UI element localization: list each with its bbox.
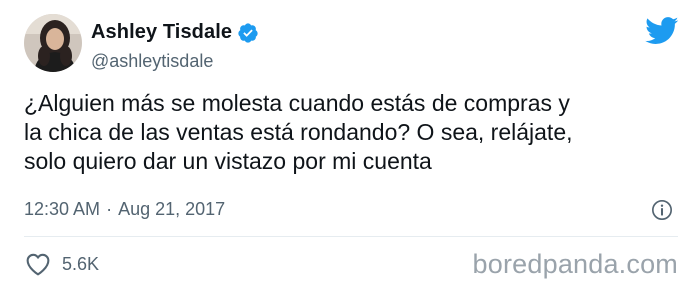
author-name[interactable]: Ashley Tisdale bbox=[91, 21, 232, 44]
heart-icon[interactable] bbox=[24, 252, 52, 276]
divider bbox=[24, 236, 678, 237]
tweet-date: Aug 21, 2017 bbox=[118, 199, 226, 219]
tweet-time: 12:30 AM bbox=[24, 199, 101, 219]
watermark: boredpanda.com bbox=[472, 249, 678, 279]
info-icon[interactable] bbox=[651, 199, 673, 221]
tweet-timestamp[interactable]: 12:30 AM · Aug 21, 2017 bbox=[24, 199, 225, 220]
like-count: 5.6K bbox=[62, 253, 100, 274]
author-handle[interactable]: @ashleytisdale bbox=[91, 51, 213, 72]
verified-badge-icon bbox=[238, 22, 258, 43]
twitter-bird-icon[interactable] bbox=[645, 17, 679, 45]
avatar[interactable] bbox=[24, 14, 82, 72]
tweet-text: ¿Alguien más se molesta cuando estás de … bbox=[24, 90, 573, 174]
like-action[interactable]: 5.6K bbox=[24, 252, 99, 276]
tweet-card: Ashley Tisdale @ashleytisdale ¿Alguien m… bbox=[0, 0, 700, 288]
author-name-row: Ashley Tisdale bbox=[91, 21, 259, 44]
timestamp-separator: · bbox=[106, 199, 113, 219]
